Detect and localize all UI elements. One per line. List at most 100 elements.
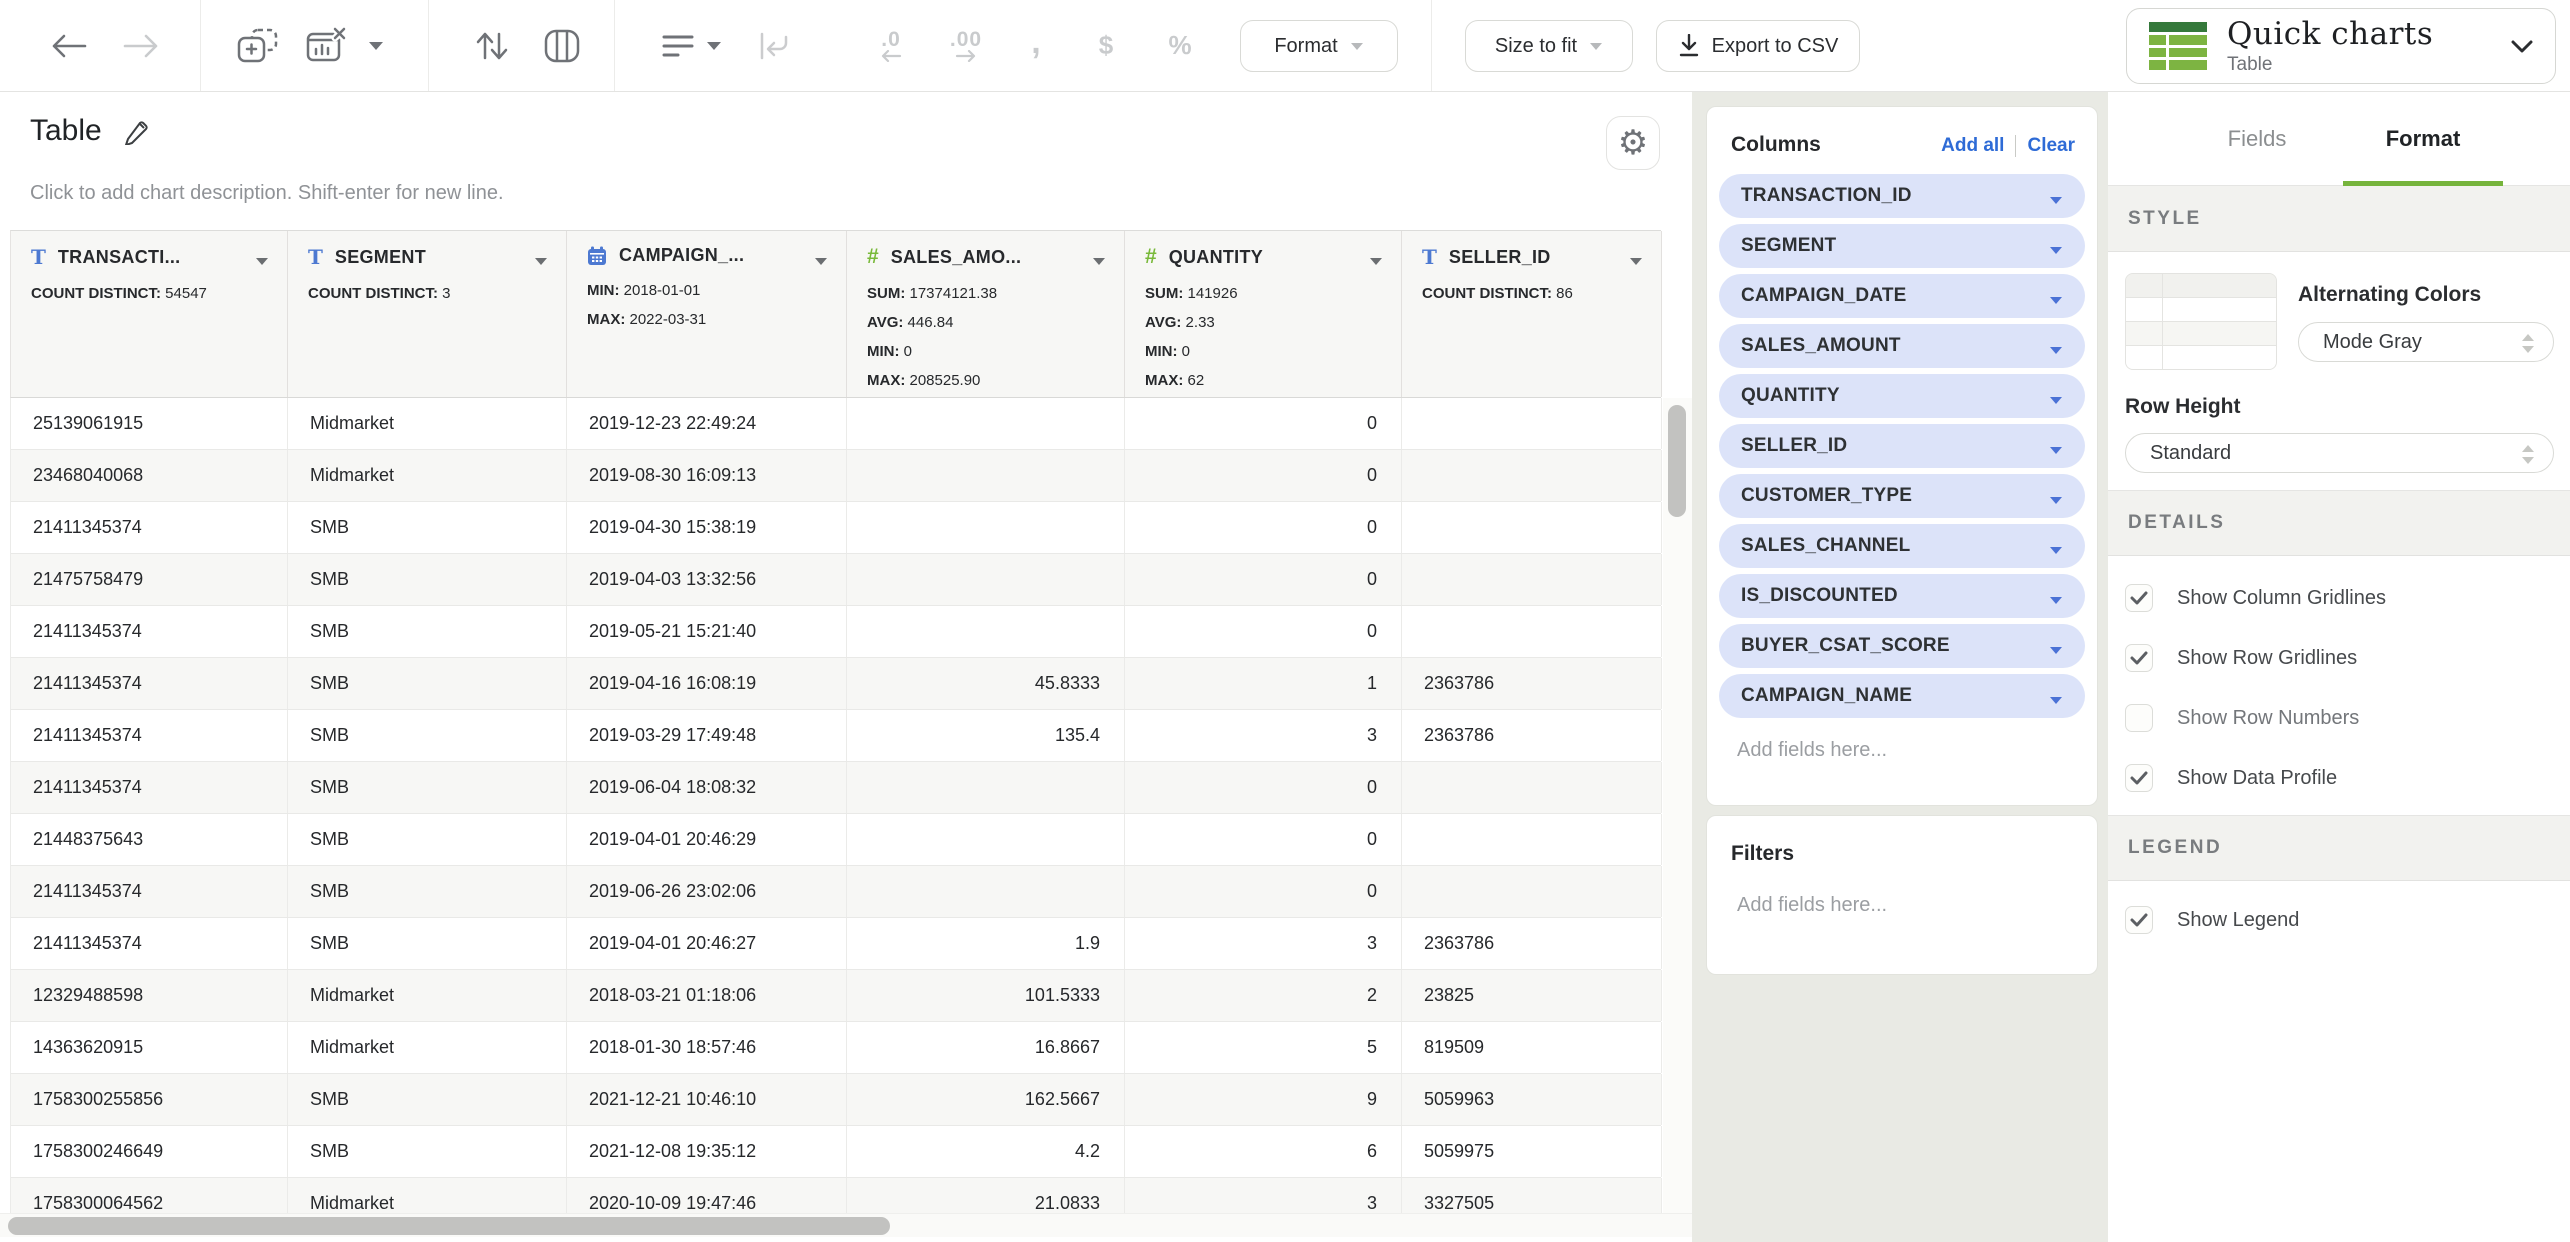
column-menu-caret-icon[interactable]: [1629, 257, 1643, 266]
table-cell[interactable]: 2019-08-30 16:09:13: [567, 450, 847, 501]
show-column-gridlines-checkbox[interactable]: [2125, 584, 2153, 612]
table-cell[interactable]: 2363786: [1402, 710, 1662, 761]
column-menu-caret-icon[interactable]: [2049, 646, 2063, 655]
table-cell[interactable]: SMB: [288, 1126, 567, 1177]
table-cell[interactable]: SMB: [288, 606, 567, 657]
table-cell[interactable]: 162.5667: [847, 1074, 1125, 1125]
table-cell[interactable]: 6: [1125, 1126, 1402, 1177]
tab-fields[interactable]: Fields: [2228, 126, 2287, 152]
table-cell[interactable]: 21448375643: [11, 814, 288, 865]
column-pill-is_discounted[interactable]: IS_DISCOUNTED: [1719, 574, 2085, 618]
column-menu-caret-icon[interactable]: [534, 257, 548, 266]
row-height-select[interactable]: Standard: [2125, 433, 2554, 473]
table-cell[interactable]: 21411345374: [11, 606, 288, 657]
column-header[interactable]: TTRANSACTI...COUNT DISTINCT: 54547: [11, 231, 288, 397]
export-to-csv-button[interactable]: Export to CSV: [1656, 20, 1860, 72]
columns-add-fields-placeholder[interactable]: Add fields here...: [1737, 739, 1887, 762]
chart-type-switcher[interactable]: Quick charts Table: [2126, 8, 2556, 84]
column-header[interactable]: TSELLER_IDCOUNT DISTINCT: 86: [1402, 231, 1662, 397]
table-cell[interactable]: 2363786: [1402, 658, 1662, 709]
table-cell[interactable]: 0: [1125, 866, 1402, 917]
table-cell[interactable]: 2019-06-26 23:02:06: [567, 866, 847, 917]
edit-pencil-icon[interactable]: [122, 118, 149, 145]
table-cell[interactable]: 1: [1125, 658, 1402, 709]
column-menu-caret-icon[interactable]: [2049, 596, 2063, 605]
add-all-link[interactable]: Add all: [1941, 135, 2004, 157]
delete-chart-icon[interactable]: [302, 0, 354, 91]
table-cell[interactable]: [847, 398, 1125, 449]
chart-actions-caret-icon[interactable]: [362, 0, 390, 91]
show-row-numbers-checkbox[interactable]: [2125, 704, 2153, 732]
table-cell[interactable]: 3: [1125, 918, 1402, 969]
table-cell[interactable]: 21411345374: [11, 762, 288, 813]
table-cell[interactable]: 5059975: [1402, 1126, 1662, 1177]
column-menu-caret-icon[interactable]: [255, 257, 269, 266]
align-caret-icon[interactable]: [700, 0, 728, 91]
table-cell[interactable]: [847, 762, 1125, 813]
table-cell[interactable]: 21411345374: [11, 918, 288, 969]
table-cell[interactable]: 2019-05-21 15:21:40: [567, 606, 847, 657]
table-cell[interactable]: 23468040068: [11, 450, 288, 501]
table-cell[interactable]: SMB: [288, 710, 567, 761]
table-cell[interactable]: SMB: [288, 866, 567, 917]
column-pill-sales_channel[interactable]: SALES_CHANNEL: [1719, 524, 2085, 568]
column-pill-buyer_csat_score[interactable]: BUYER_CSAT_SCORE: [1719, 624, 2085, 668]
table-cell[interactable]: 0: [1125, 398, 1402, 449]
column-menu-caret-icon[interactable]: [1369, 257, 1383, 266]
column-menu-caret-icon[interactable]: [2049, 246, 2063, 255]
table-cell[interactable]: [1402, 762, 1662, 813]
table-cell[interactable]: SMB: [288, 762, 567, 813]
table-cell[interactable]: 14363620915: [11, 1022, 288, 1073]
sort-icon[interactable]: [466, 0, 518, 91]
align-icon[interactable]: [656, 0, 700, 91]
column-menu-caret-icon[interactable]: [2049, 496, 2063, 505]
table-cell[interactable]: 21411345374: [11, 710, 288, 761]
table-cell[interactable]: 12329488598: [11, 970, 288, 1021]
column-pill-customer_type[interactable]: CUSTOMER_TYPE: [1719, 474, 2085, 518]
column-pill-campaign_name[interactable]: CAMPAIGN_NAME: [1719, 674, 2085, 718]
table-cell[interactable]: SMB: [288, 502, 567, 553]
table-cell[interactable]: SMB: [288, 554, 567, 605]
tab-format[interactable]: Format: [2386, 126, 2461, 152]
table-cell[interactable]: 1.9: [847, 918, 1125, 969]
table-cell[interactable]: 2021-12-08 19:35:12: [567, 1126, 847, 1177]
horizontal-scrollbar[interactable]: [0, 1213, 1692, 1237]
column-pill-quantity[interactable]: QUANTITY: [1719, 374, 2085, 418]
table-cell[interactable]: [1402, 814, 1662, 865]
column-header[interactable]: #SALES_AMO...SUM: 17374121.38AVG: 446.84…: [847, 231, 1125, 397]
table-cell[interactable]: Midmarket: [288, 398, 567, 449]
table-cell[interactable]: 4.2: [847, 1126, 1125, 1177]
filters-add-fields-placeholder[interactable]: Add fields here...: [1737, 894, 1887, 917]
table-cell[interactable]: [847, 554, 1125, 605]
table-cell[interactable]: 5059963: [1402, 1074, 1662, 1125]
table-cell[interactable]: 1758300246649: [11, 1126, 288, 1177]
table-cell[interactable]: 2019-04-01 20:46:29: [567, 814, 847, 865]
table-cell[interactable]: Midmarket: [288, 450, 567, 501]
table-cell[interactable]: 0: [1125, 554, 1402, 605]
table-cell[interactable]: 2363786: [1402, 918, 1662, 969]
table-cell[interactable]: [847, 606, 1125, 657]
table-cell[interactable]: 3: [1125, 710, 1402, 761]
table-cell[interactable]: 0: [1125, 502, 1402, 553]
table-cell[interactable]: [847, 502, 1125, 553]
table-cell[interactable]: 25139061915: [11, 398, 288, 449]
table-cell[interactable]: 2018-03-21 01:18:06: [567, 970, 847, 1021]
table-cell[interactable]: 16.8667: [847, 1022, 1125, 1073]
column-header[interactable]: #QUANTITYSUM: 141926AVG: 2.33MIN: 0MAX: …: [1125, 231, 1402, 397]
table-cell[interactable]: 2021-12-21 10:46:10: [567, 1074, 847, 1125]
table-cell[interactable]: Midmarket: [288, 970, 567, 1021]
column-menu-caret-icon[interactable]: [814, 257, 828, 266]
table-cell[interactable]: [1402, 866, 1662, 917]
show-data-profile-checkbox[interactable]: [2125, 764, 2153, 792]
column-menu-caret-icon[interactable]: [2049, 696, 2063, 705]
column-pill-transaction_id[interactable]: TRANSACTION_ID: [1719, 174, 2085, 218]
chart-settings-button[interactable]: ⚙: [1606, 116, 1660, 170]
table-cell[interactable]: [1402, 398, 1662, 449]
alternating-colors-select[interactable]: Mode Gray: [2298, 322, 2554, 362]
table-cell[interactable]: 21475758479: [11, 554, 288, 605]
table-cell[interactable]: 2019-03-29 17:49:48: [567, 710, 847, 761]
table-cell[interactable]: [1402, 502, 1662, 553]
column-menu-caret-icon[interactable]: [2049, 396, 2063, 405]
table-cell[interactable]: [847, 814, 1125, 865]
table-cell[interactable]: 2019-06-04 18:08:32: [567, 762, 847, 813]
